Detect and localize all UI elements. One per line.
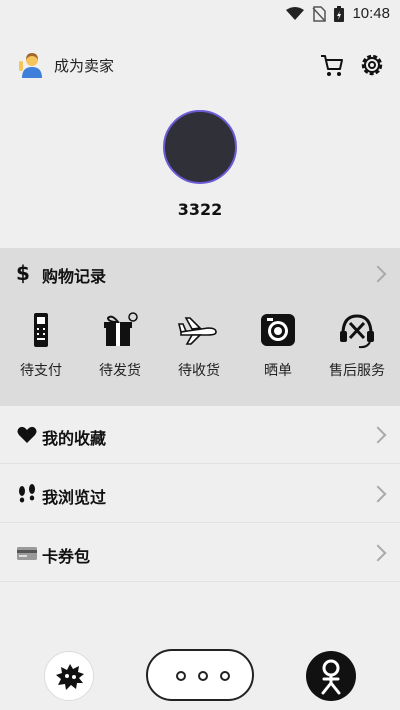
nav-explore-button[interactable] [44, 651, 94, 701]
nav-more-button[interactable] [146, 649, 254, 701]
no-sim-icon [312, 5, 327, 22]
order-item-pending-receipt[interactable]: 待收货 [160, 308, 238, 388]
wifi-icon [286, 6, 305, 20]
avatar[interactable] [163, 110, 237, 184]
pos-terminal-icon [34, 313, 48, 347]
chevron-right-icon [369, 544, 387, 562]
camera-icon [261, 314, 295, 346]
order-item-pending-payment[interactable]: 待支付 [2, 308, 80, 388]
order-item-label: 售后服务 [329, 363, 385, 379]
dollar-icon: $ [16, 261, 30, 285]
more-dots-icon [176, 671, 230, 681]
menu-item-coupons[interactable]: 卡券包 [0, 524, 400, 582]
card-icon [17, 547, 37, 560]
gift-box-icon [104, 312, 138, 346]
person-icon [321, 659, 341, 695]
orders-panel: $ 购物记录 待支付 待发货 待收货 晒单 售后服务 [0, 248, 400, 406]
orders-title: 购物记录 [42, 267, 107, 286]
gear-icon[interactable] [358, 51, 386, 79]
menu-item-favorites[interactable]: 我的收藏 [0, 406, 400, 464]
chevron-right-icon [369, 485, 387, 503]
nav-profile-button[interactable] [306, 651, 356, 701]
heart-icon [17, 426, 37, 443]
become-seller-label: 成为卖家 [54, 56, 115, 75]
menu-item-label: 我的收藏 [42, 429, 107, 448]
battery-icon [334, 5, 345, 22]
order-status-list: 待支付 待发货 待收货 晒单 售后服务 [0, 308, 400, 388]
order-item-after-sales[interactable]: 售后服务 [318, 308, 396, 388]
chevron-right-icon [369, 426, 387, 444]
customer-service-icon [340, 314, 374, 349]
clock-time: 10:48 [352, 5, 390, 22]
order-item-pending-shipment[interactable]: 待发货 [81, 308, 159, 388]
order-item-label: 晒单 [264, 363, 292, 379]
become-seller-button[interactable]: 成为卖家 [18, 51, 114, 79]
status-icons: 10:48 [286, 5, 390, 22]
menu-item-history[interactable]: 我浏览过 [0, 465, 400, 523]
top-bar: 成为卖家 [0, 45, 400, 85]
footprints-icon [19, 484, 35, 503]
order-item-label: 待支付 [20, 363, 62, 379]
bottom-nav [0, 645, 400, 710]
order-item-label: 待收货 [178, 363, 220, 379]
menu-item-label: 卡券包 [42, 547, 91, 566]
seller-person-icon [19, 53, 42, 78]
order-item-review[interactable]: 晒单 [239, 308, 317, 388]
order-item-label: 待发货 [99, 363, 141, 379]
bug-icon [56, 664, 84, 690]
chevron-right-icon [369, 265, 387, 283]
menu-item-label: 我浏览过 [42, 488, 107, 507]
orders-header[interactable]: $ 购物记录 [0, 248, 400, 300]
airplane-icon [177, 317, 217, 345]
status-bar: 10:48 [0, 0, 400, 28]
username: 3322 [177, 200, 223, 219]
cart-icon[interactable] [318, 51, 346, 79]
